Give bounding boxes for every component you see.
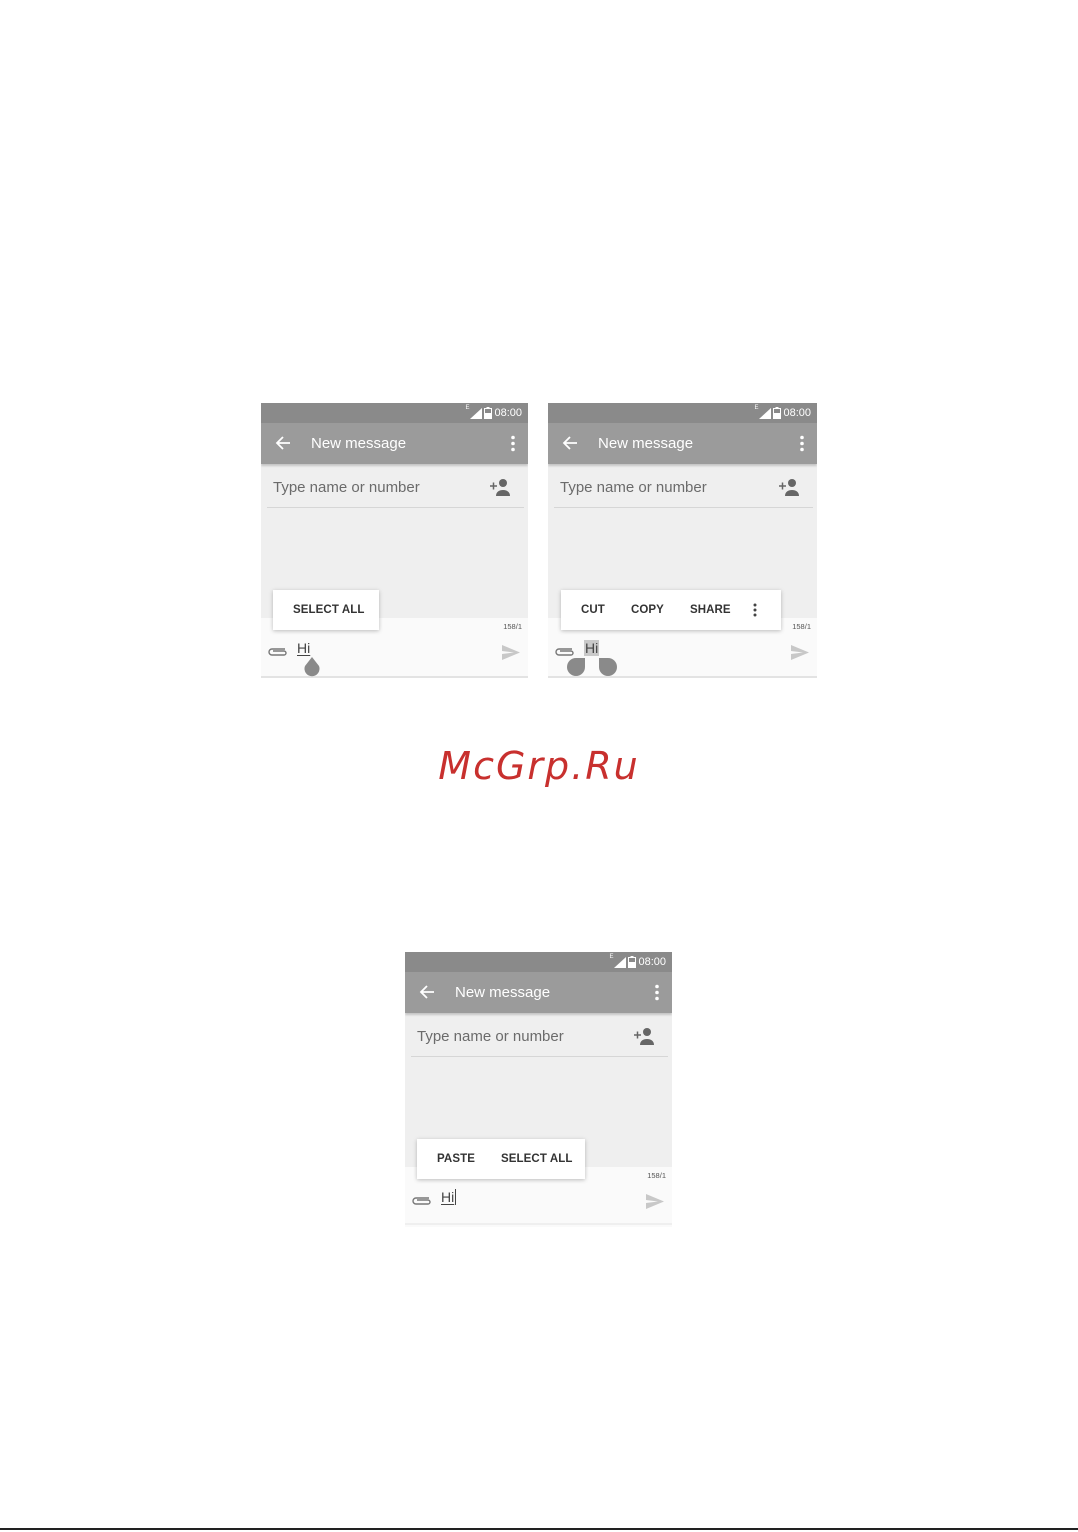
battery-icon xyxy=(484,407,493,419)
send-icon[interactable] xyxy=(502,645,520,660)
bottom-strip xyxy=(405,1225,672,1227)
page-bottom-rule xyxy=(0,1528,1078,1530)
attach-icon[interactable] xyxy=(554,645,574,657)
back-arrow-icon[interactable] xyxy=(419,984,435,1000)
recipient-input[interactable] xyxy=(417,1028,617,1045)
bottom-strip xyxy=(261,676,528,678)
status-bar: E 08:00 xyxy=(261,403,528,423)
status-bar: E 08:00 xyxy=(548,403,817,423)
app-bar: New message xyxy=(261,423,528,464)
status-time: 08:00 xyxy=(783,407,811,419)
attach-icon[interactable] xyxy=(411,1194,431,1206)
selection-start-handle-icon[interactable] xyxy=(567,658,585,676)
screen-select-all: E 08:00 New message 158/1 Hi SELECT ALL xyxy=(261,403,528,678)
message-text[interactable]: Hi xyxy=(297,640,310,656)
message-text-selected[interactable]: Hi xyxy=(584,640,600,656)
select-all-button[interactable]: SELECT ALL xyxy=(285,604,373,616)
recipient-row xyxy=(261,465,528,507)
app-bar: New message xyxy=(548,423,817,464)
divider xyxy=(411,1056,668,1057)
page-title: New message xyxy=(598,435,694,452)
add-contact-icon[interactable] xyxy=(488,477,512,497)
signal-icon xyxy=(759,407,772,419)
back-arrow-icon[interactable] xyxy=(562,435,578,451)
signal-icon xyxy=(470,407,483,419)
recipient-input[interactable] xyxy=(273,479,473,496)
copy-button[interactable]: COPY xyxy=(623,604,672,616)
cut-button[interactable]: CUT xyxy=(573,604,613,616)
network-type: E xyxy=(465,405,470,411)
char-counter: 158/1 xyxy=(503,622,522,631)
selection-end-handle-icon[interactable] xyxy=(599,658,617,676)
more-vert-icon[interactable] xyxy=(753,603,757,617)
attach-icon[interactable] xyxy=(267,645,287,657)
more-vert-icon[interactable] xyxy=(654,984,660,1001)
back-arrow-icon[interactable] xyxy=(275,435,291,451)
status-time: 08:00 xyxy=(638,956,666,968)
text-action-popup: SELECT ALL xyxy=(273,590,379,630)
screen-cut-copy-share: E 08:00 New message 158/1 Hi CUT COPY SH… xyxy=(548,403,817,678)
send-icon[interactable] xyxy=(646,1194,664,1209)
battery-icon xyxy=(628,956,637,968)
message-text[interactable]: Hi xyxy=(441,1189,457,1205)
page-title: New message xyxy=(455,984,551,1001)
page-title: New message xyxy=(311,435,407,452)
add-contact-icon[interactable] xyxy=(777,477,801,497)
paste-button[interactable]: PASTE xyxy=(429,1153,483,1165)
divider xyxy=(267,507,524,508)
send-icon[interactable] xyxy=(791,645,809,660)
more-vert-icon[interactable] xyxy=(799,435,805,452)
divider xyxy=(554,507,813,508)
signal-icon xyxy=(614,956,627,968)
app-bar: New message xyxy=(405,972,672,1013)
text-action-popup: PASTE SELECT ALL xyxy=(417,1139,585,1179)
watermark-text: McGrp.Ru xyxy=(438,744,640,788)
network-type: E xyxy=(609,954,614,960)
more-vert-icon[interactable] xyxy=(510,435,516,452)
text-caret xyxy=(455,1189,457,1205)
select-all-button[interactable]: SELECT ALL xyxy=(493,1153,581,1165)
recipient-row xyxy=(548,465,817,507)
char-counter: 158/1 xyxy=(792,622,811,631)
add-contact-icon[interactable] xyxy=(632,1026,656,1046)
cursor-handle-icon[interactable] xyxy=(303,657,321,677)
network-type: E xyxy=(754,405,759,411)
bottom-strip xyxy=(548,676,817,678)
status-bar: E 08:00 xyxy=(405,952,672,972)
char-counter: 158/1 xyxy=(647,1171,666,1180)
battery-icon xyxy=(773,407,782,419)
screen-paste: E 08:00 New message 158/1 Hi PASTE SELEC… xyxy=(405,952,672,1227)
share-button[interactable]: SHARE xyxy=(682,604,739,616)
message-text-value: Hi xyxy=(441,1189,455,1205)
status-time: 08:00 xyxy=(494,407,522,419)
recipient-input[interactable] xyxy=(560,479,760,496)
text-action-popup: CUT COPY SHARE xyxy=(561,590,781,630)
recipient-row xyxy=(405,1014,672,1056)
